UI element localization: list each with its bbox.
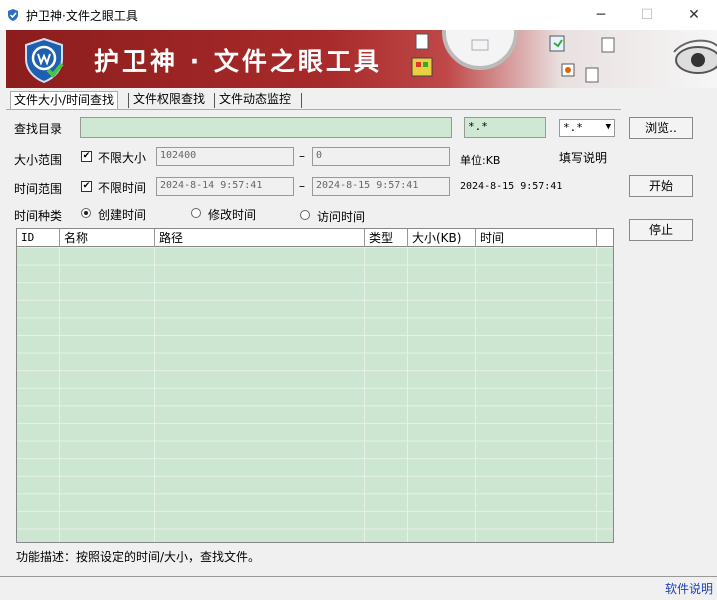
column-header-time[interactable]: 时间: [476, 229, 597, 247]
column-line: [59, 247, 60, 542]
stop-button[interactable]: 停止: [629, 219, 693, 241]
software-help-link[interactable]: 软件说明: [665, 580, 713, 597]
search-dir-label: 查找目录: [14, 122, 63, 136]
magnifier-icon: [442, 30, 518, 70]
time-range-dash: –: [299, 179, 305, 193]
banner-title: 护卫神 · 文件之眼工具: [94, 47, 382, 76]
tab-permission-search[interactable]: 文件权限查找: [130, 91, 208, 108]
access-time-radio[interactable]: [300, 210, 310, 220]
unlimited-time-checkbox[interactable]: ✔: [81, 181, 92, 192]
minimize-button[interactable]: ─: [578, 0, 624, 30]
start-button[interactable]: 开始: [629, 175, 693, 197]
unlimited-time-label: 不限时间: [98, 181, 147, 195]
max-size-input[interactable]: 0: [312, 147, 450, 166]
close-button[interactable]: ✕: [671, 0, 717, 30]
eye-image-icon: [673, 39, 717, 74]
maximize-icon: ☐: [640, 7, 654, 23]
function-description: 功能描述：按照设定的时间/大小，查找文件。: [16, 550, 261, 564]
shield-logo-icon: [25, 37, 64, 84]
tab-divider: [6, 109, 621, 110]
unlimited-size-checkbox[interactable]: ✔: [81, 151, 92, 162]
start-time-input[interactable]: 2024-8-14 9:57:41: [156, 177, 294, 196]
banner: 护卫神 · 文件之眼工具: [6, 30, 717, 88]
current-time-label: 2024-8-15 9:57:41: [460, 181, 563, 192]
close-icon: ✕: [688, 7, 700, 23]
results-table[interactable]: ID 名称 路径 类型 大小(KB) 时间: [16, 228, 614, 543]
status-divider: [0, 576, 717, 577]
tab-dynamic-monitor[interactable]: 文件动态监控: [216, 91, 294, 108]
tab-separator: [128, 93, 129, 108]
time-range-label: 时间范围: [14, 182, 63, 196]
modified-time-radio[interactable]: [191, 208, 201, 218]
column-line: [596, 247, 597, 542]
app-icon: [8, 9, 18, 21]
extension-select[interactable]: *.* ▼: [559, 119, 615, 137]
time-type-label: 时间种类: [14, 209, 63, 223]
title-bar: 护卫神·文件之眼工具 ─ ☐ ✕: [0, 0, 717, 30]
column-header-path[interactable]: 路径: [155, 229, 365, 247]
tab-size-time-search[interactable]: 文件大小/时间查找: [10, 91, 119, 110]
document-icons: [411, 33, 433, 77]
fill-help-link[interactable]: 填写说明: [559, 149, 607, 166]
column-header-type[interactable]: 类型: [365, 229, 408, 247]
access-time-label: 访问时间: [317, 210, 366, 224]
column-header-size[interactable]: 大小(KB): [408, 229, 476, 247]
created-time-label: 创建时间: [98, 208, 147, 222]
maximize-button[interactable]: ☐: [624, 0, 670, 30]
chevron-down-icon: ▼: [605, 122, 611, 132]
column-header-name[interactable]: 名称: [60, 229, 155, 247]
created-time-radio[interactable]: [81, 208, 91, 218]
column-line: [475, 247, 476, 542]
column-line: [364, 247, 365, 542]
tab-separator: [214, 93, 215, 108]
search-dir-input[interactable]: [80, 117, 452, 138]
end-time-input[interactable]: 2024-8-15 9:57:41: [312, 177, 450, 196]
column-header-id[interactable]: ID: [17, 229, 60, 247]
min-size-input[interactable]: 102400: [156, 147, 294, 166]
file-pattern-input[interactable]: *.*: [464, 117, 546, 138]
tab-separator: [301, 93, 302, 108]
size-range-label: 大小范围: [14, 153, 63, 167]
window-title: 护卫神·文件之眼工具: [26, 9, 138, 23]
unlimited-size-label: 不限大小: [98, 151, 147, 165]
modified-time-label: 修改时间: [208, 208, 257, 222]
column-line: [407, 247, 408, 542]
file-icons: [549, 35, 615, 83]
table-header: ID 名称 路径 类型 大小(KB) 时间: [17, 229, 613, 247]
column-line: [154, 247, 155, 542]
size-unit-label: 单位:KB: [460, 154, 501, 167]
size-range-dash: –: [299, 149, 305, 163]
minimize-icon: ─: [596, 7, 606, 23]
browse-button[interactable]: 浏览..: [629, 117, 693, 139]
